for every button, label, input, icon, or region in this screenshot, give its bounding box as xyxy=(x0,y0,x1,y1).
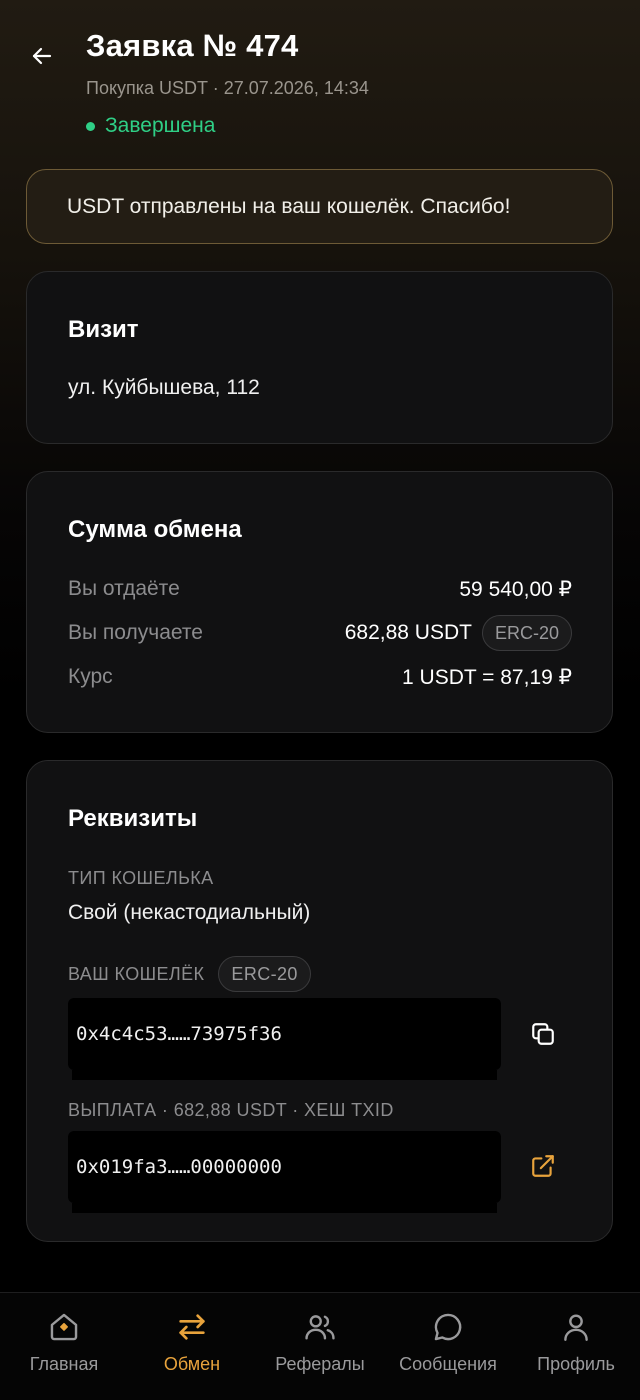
wallet-label: ВАШ КОШЕЛЁК xyxy=(68,963,205,984)
row-label: Курс xyxy=(68,665,113,688)
header: Заявка № 474 Покупка USDT · 27.07.2026, … xyxy=(0,0,640,160)
exchange-icon xyxy=(174,1309,210,1345)
order-screen: Заявка № 474 Покупка USDT · 27.07.2026, … xyxy=(0,0,640,1400)
row-value: 682,88 USDT ERC-20 xyxy=(345,615,572,651)
payout-hash-field[interactable]: 0x019fa3……00000000 xyxy=(68,1131,501,1213)
wallet-network-badge: ERC-20 xyxy=(218,956,311,992)
chat-icon xyxy=(430,1309,466,1345)
bottom-tab-bar: Главная Обмен Рефералы Сообщения Профиль xyxy=(0,1292,640,1400)
tab-label: Профиль xyxy=(537,1354,615,1374)
requisites-title: Реквизиты xyxy=(68,805,198,832)
wallet-address-field[interactable]: 0x4c4c53……73975f36 xyxy=(68,998,501,1080)
status-text: Завершена xyxy=(105,114,216,137)
tab-label: Главная xyxy=(29,1354,99,1374)
order-subtitle: Покупка USDT · 27.07.2026, 14:34 xyxy=(86,78,369,98)
row-value: 59 540,00 ₽ xyxy=(459,577,572,601)
exchange-row-rate: Курс 1 USDT = 87,19 ₽ xyxy=(68,659,572,695)
status-dot-icon xyxy=(86,121,95,131)
row-label: Вы отдаёте xyxy=(68,577,180,600)
network-badge: ERC-20 xyxy=(481,615,572,651)
tab-label: Рефералы xyxy=(275,1354,365,1374)
receive-amount: 682,88 USDT xyxy=(344,621,472,644)
open-explorer-button[interactable] xyxy=(521,1144,565,1188)
success-banner: USDT отправлены на ваш кошелёк. Спасибо! xyxy=(26,169,613,244)
payout-label: ВЫПЛАТА · 682,88 USDT · ХЕШ TXID xyxy=(68,1100,394,1120)
payout-hash: 0x019fa3……00000000 xyxy=(76,1156,282,1178)
banner-text: USDT отправлены на ваш кошелёк. Спасибо! xyxy=(67,194,511,218)
users-icon xyxy=(302,1309,338,1345)
wallet-address: 0x4c4c53……73975f36 xyxy=(76,1023,282,1045)
tab-label: Сообщения xyxy=(399,1354,497,1374)
wallet-label-row: ВАШ КОШЕЛЁК ERC-20 xyxy=(68,956,311,992)
wallet-type-label: ТИП КОШЕЛЬКА xyxy=(68,868,214,888)
exchange-title: Сумма обмена xyxy=(68,516,242,543)
tab-messages[interactable]: Сообщения xyxy=(384,1293,512,1400)
user-icon xyxy=(558,1309,594,1345)
copy-icon xyxy=(532,1023,554,1045)
arrow-left-icon xyxy=(32,47,52,65)
exchange-card: Сумма обмена Вы отдаёте 59 540,00 ₽ Вы п… xyxy=(26,471,613,733)
status-badge: Завершена xyxy=(86,114,215,138)
copy-button[interactable] xyxy=(521,1012,565,1056)
home-icon xyxy=(46,1309,82,1345)
page-title: Заявка № 474 xyxy=(86,28,299,63)
row-label: Вы получаете xyxy=(68,621,203,644)
visit-address: ул. Куйбышева, 112 xyxy=(68,376,260,399)
wallet-type-value: Свой (некастодиальный) xyxy=(68,901,311,924)
requisites-card: Реквизиты ТИП КОШЕЛЬКА Свой (некастодиал… xyxy=(26,760,613,1242)
row-value: 1 USDT = 87,19 ₽ xyxy=(402,665,572,689)
back-button[interactable] xyxy=(22,36,62,76)
tab-home[interactable]: Главная xyxy=(0,1293,128,1400)
tab-referrals[interactable]: Рефералы xyxy=(256,1293,384,1400)
tab-exchange[interactable]: Обмен xyxy=(128,1293,256,1400)
visit-card: Визит ул. Куйбышева, 112 xyxy=(26,271,613,444)
visit-title: Визит xyxy=(68,316,139,343)
external-link-icon xyxy=(532,1155,554,1177)
exchange-row-give: Вы отдаёте 59 540,00 ₽ xyxy=(68,571,572,607)
exchange-row-receive: Вы получаете 682,88 USDT ERC-20 xyxy=(68,615,572,651)
tab-label: Обмен xyxy=(163,1354,221,1374)
tab-profile[interactable]: Профиль xyxy=(512,1293,640,1400)
